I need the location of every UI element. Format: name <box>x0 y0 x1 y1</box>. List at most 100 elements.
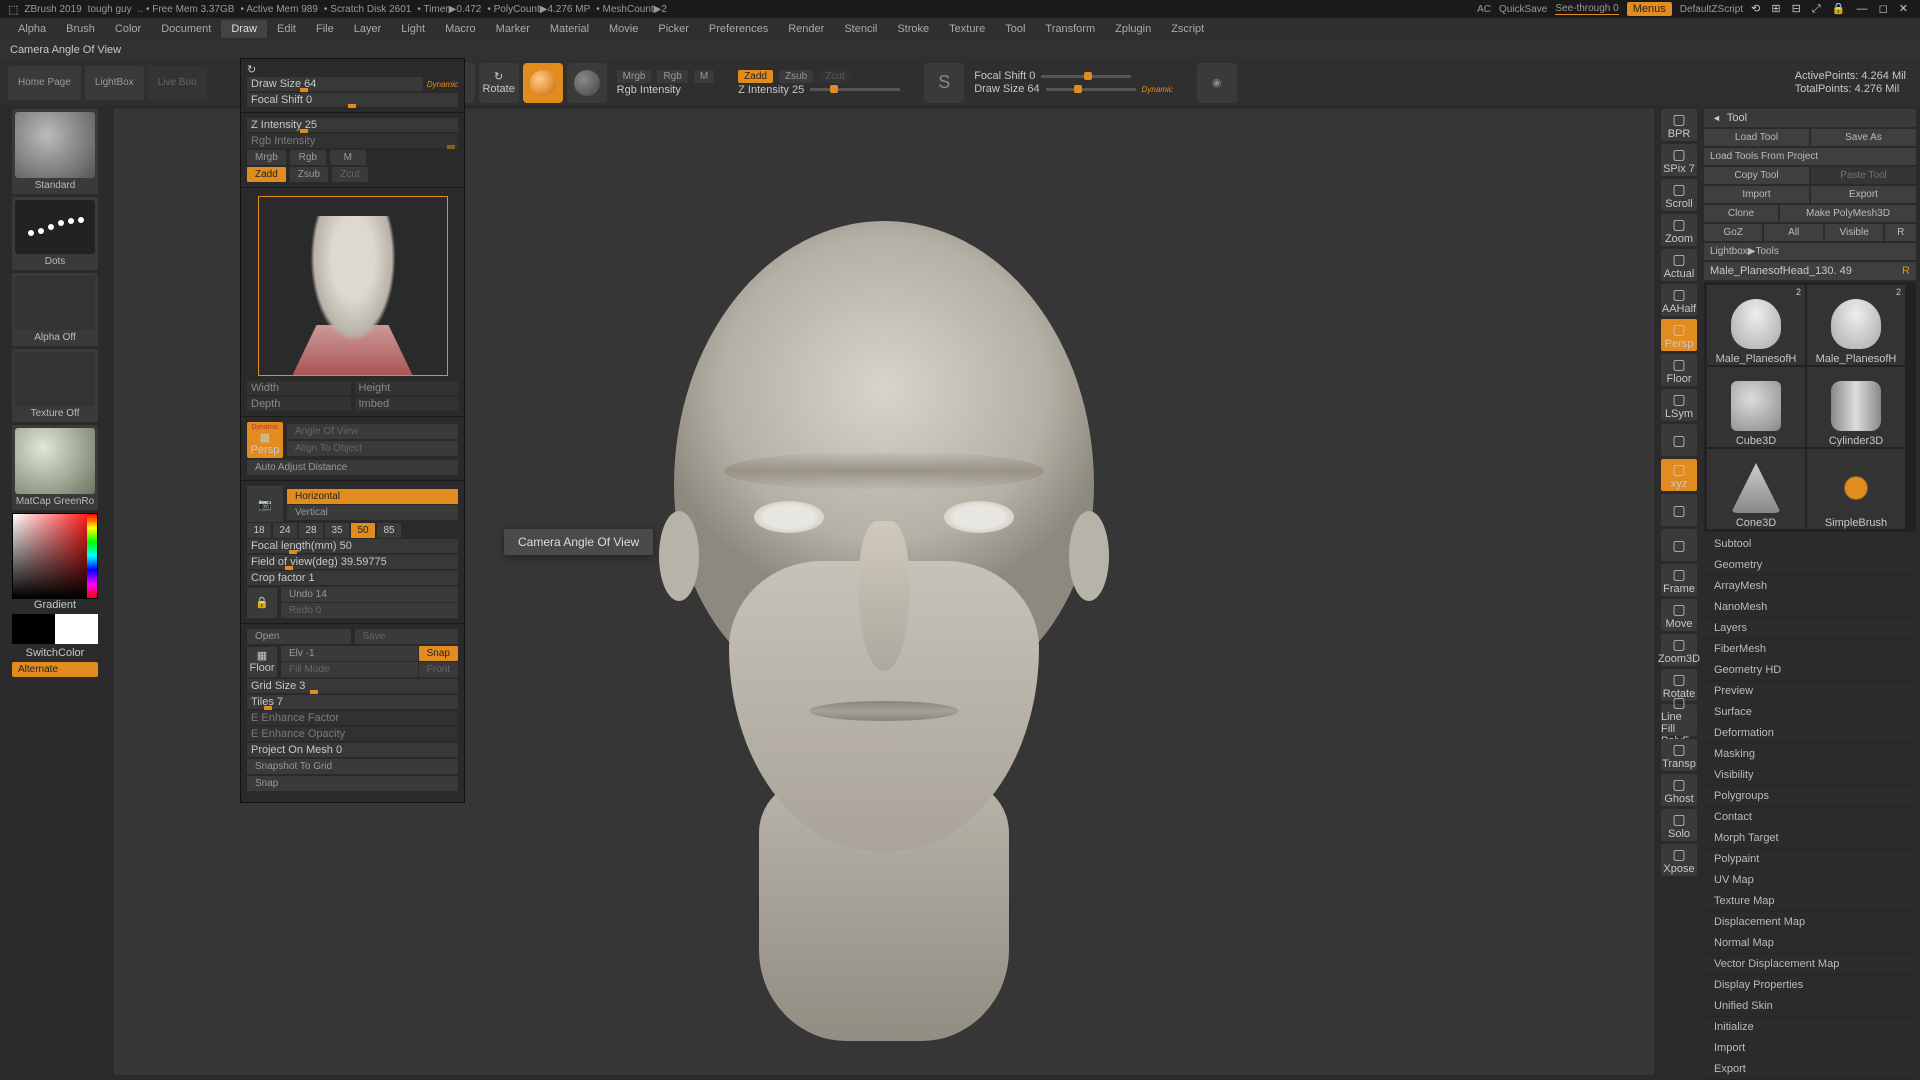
menu-tool[interactable]: Tool <box>995 20 1035 38</box>
tool-thumb-cone3d[interactable]: Cone3D <box>1707 449 1805 529</box>
align-to-object-button[interactable]: Align To Object <box>287 441 458 456</box>
menu-brush[interactable]: Brush <box>56 20 105 38</box>
dock-spix-7[interactable]: ▢SPix 7 <box>1661 144 1697 176</box>
tool-thumb-male_planesofh[interactable]: 2Male_PlanesofH <box>1707 285 1805 365</box>
dock-ghost[interactable]: ▢Ghost <box>1661 774 1697 806</box>
dock-line-fill-polyf[interactable]: ▢Line Fill PolyF <box>1661 704 1697 736</box>
paste-tool-button[interactable]: Paste Tool <box>1811 167 1916 184</box>
rotate-icon[interactable]: ↻Rotate <box>479 63 519 103</box>
dock-lsym[interactable]: ▢LSym <box>1661 389 1697 421</box>
tool-thumb-cylinder3d[interactable]: Cylinder3D <box>1807 367 1905 447</box>
drawsize-slider[interactable]: Draw Size 64 <box>247 77 423 91</box>
imbed-slider[interactable]: Imbed <box>355 397 459 411</box>
section-preview[interactable]: Preview <box>1704 681 1916 702</box>
zadd-button[interactable]: Zadd <box>738 70 773 83</box>
liveboolean-button[interactable]: Live Boo <box>148 66 207 100</box>
menu-render[interactable]: Render <box>778 20 834 38</box>
menus-button[interactable]: Menus <box>1627 2 1672 16</box>
all-button[interactable]: All <box>1764 224 1822 241</box>
section-uv-map[interactable]: UV Map <box>1704 870 1916 891</box>
dynamic-tag[interactable]: Dynamic <box>1142 85 1173 94</box>
tool-thumb-cube3d[interactable]: Cube3D <box>1707 367 1805 447</box>
menu-color[interactable]: Color <box>105 20 151 38</box>
homepage-button[interactable]: Home Page <box>8 66 81 100</box>
section-subtool[interactable]: Subtool <box>1704 534 1916 555</box>
zcut-btn[interactable]: Zcut <box>332 167 368 182</box>
refresh-icon[interactable]: ↻ <box>247 63 256 76</box>
menu-zplugin[interactable]: Zplugin <box>1105 20 1161 38</box>
section-export[interactable]: Export <box>1704 1059 1916 1080</box>
section-texture-map[interactable]: Texture Map <box>1704 891 1916 912</box>
undo-button[interactable]: Undo 14 <box>281 587 458 602</box>
dock-xyz[interactable]: ▢xyz <box>1661 459 1697 491</box>
dynamic-label[interactable]: Dynamic <box>427 80 458 89</box>
draw-size-label[interactable]: Draw Size 64 <box>974 83 1039 95</box>
clone-button[interactable]: Clone <box>1704 205 1778 222</box>
section-layers[interactable]: Layers <box>1704 618 1916 639</box>
goz-button[interactable]: GoZ <box>1704 224 1762 241</box>
section-unified-skin[interactable]: Unified Skin <box>1704 996 1916 1017</box>
alternate-button[interactable]: Alternate <box>12 662 98 677</box>
front-button[interactable]: Front <box>419 662 458 677</box>
dock-transp[interactable]: ▢Transp <box>1661 739 1697 771</box>
save-button[interactable]: Save <box>355 629 459 644</box>
quicksave-button[interactable]: QuickSave <box>1499 4 1547 15</box>
snap-button[interactable]: Snap <box>419 646 458 661</box>
menu-alpha[interactable]: Alpha <box>8 20 56 38</box>
dock-actual[interactable]: ▢Actual <box>1661 249 1697 281</box>
zsub-button[interactable]: Zsub <box>779 70 813 83</box>
dock-xpose[interactable]: ▢Xpose <box>1661 844 1697 876</box>
snap2-button[interactable]: Snap <box>247 776 458 791</box>
s-icon[interactable]: S <box>924 63 964 103</box>
depth-slider[interactable]: Depth <box>247 397 351 411</box>
crop-slider[interactable]: Crop factor 1 <box>247 571 458 585</box>
dock-solo[interactable]: ▢Solo <box>1661 809 1697 841</box>
z-intensity-label[interactable]: Z Intensity 25 <box>738 84 804 96</box>
zsub-btn[interactable]: Zsub <box>290 167 328 182</box>
enhance-factor-slider[interactable]: E Enhance Factor <box>247 711 458 725</box>
persp-icon[interactable]: Dynamic▦Persp <box>247 422 283 458</box>
m-button[interactable]: M <box>694 70 714 83</box>
lock-icon[interactable]: 🔒 <box>247 588 277 618</box>
camera-preview[interactable] <box>258 196 448 376</box>
rgbintensity-slider[interactable]: Rgb Intensity <box>247 134 458 148</box>
current-tool-label[interactable]: Male_PlanesofHead_130. 49R <box>1704 262 1916 280</box>
dock-blank[interactable]: ▢ <box>1661 494 1697 526</box>
bw-swatches[interactable] <box>12 614 98 644</box>
lens-50[interactable]: 50 <box>351 523 375 538</box>
stroke-swatch[interactable]: Dots <box>12 197 98 270</box>
menu-stroke[interactable]: Stroke <box>887 20 939 38</box>
tool-thumb-simplebrush[interactable]: SimpleBrush <box>1807 449 1905 529</box>
elv-slider[interactable]: Elv -1 <box>281 646 418 661</box>
dock-zoom[interactable]: ▢Zoom <box>1661 214 1697 246</box>
section-deformation[interactable]: Deformation <box>1704 723 1916 744</box>
menu-light[interactable]: Light <box>391 20 435 38</box>
menu-texture[interactable]: Texture <box>939 20 995 38</box>
lens-85[interactable]: 85 <box>377 523 401 538</box>
enhance-opacity-slider[interactable]: E Enhance Opacity <box>247 727 458 741</box>
auto-adjust-button[interactable]: Auto Adjust Distance <box>247 460 458 475</box>
fov-slider[interactable]: Field of view(deg) 39.59775 <box>247 555 458 569</box>
menu-stencil[interactable]: Stencil <box>834 20 887 38</box>
dock-frame[interactable]: ▢Frame <box>1661 564 1697 596</box>
m-btn[interactable]: M <box>330 150 366 165</box>
section-contact[interactable]: Contact <box>1704 807 1916 828</box>
load-from-project-button[interactable]: Load Tools From Project <box>1704 148 1916 165</box>
menu-macro[interactable]: Macro <box>435 20 486 38</box>
menu-transform[interactable]: Transform <box>1035 20 1105 38</box>
section-polypaint[interactable]: Polypaint <box>1704 849 1916 870</box>
width-slider[interactable]: Width <box>247 381 351 395</box>
snapshot-to-grid-button[interactable]: Snapshot To Grid <box>247 759 458 774</box>
open-button[interactable]: Open <box>247 629 351 644</box>
section-arraymesh[interactable]: ArrayMesh <box>1704 576 1916 597</box>
zcut-button[interactable]: Zcut <box>819 70 850 83</box>
dock-blank[interactable]: ▢ <box>1661 424 1697 456</box>
section-polygroups[interactable]: Polygroups <box>1704 786 1916 807</box>
section-normal-map[interactable]: Normal Map <box>1704 933 1916 954</box>
window-icons[interactable]: ⟲ ⊞ ⊟ ⤢ 🔒 — ◻ ✕ <box>1751 2 1912 16</box>
tool-header[interactable]: Tool <box>1704 109 1916 127</box>
sphere-icon[interactable] <box>567 63 607 103</box>
seethrough-slider[interactable]: See-through 0 <box>1555 3 1618 15</box>
section-masking[interactable]: Masking <box>1704 744 1916 765</box>
dock-zoom3d[interactable]: ▢Zoom3D <box>1661 634 1697 666</box>
